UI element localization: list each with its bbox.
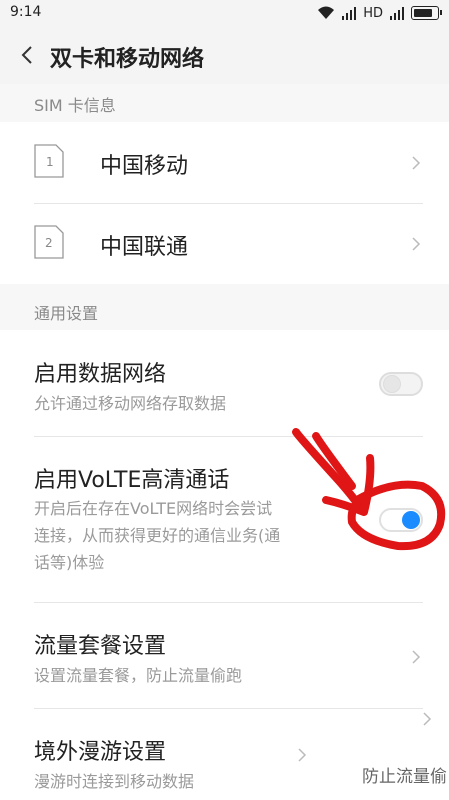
setting-title: 境外漫游设置 <box>34 740 167 765</box>
sim-slot-number: 2 <box>45 236 53 250</box>
sim-card-item[interactable]: 1 中国移动 <box>0 122 449 203</box>
page-title: 双卡和移动网络 <box>50 47 205 72</box>
header-bar: 双卡和移动网络 <box>0 26 449 84</box>
data-network-toggle[interactable] <box>379 372 423 396</box>
setting-title: 启用VoLTE高清通话 <box>34 468 230 493</box>
setting-subtitle: 话等)体验 <box>34 553 105 572</box>
signal-icon <box>342 7 357 20</box>
setting-subtitle: 设置流量套餐，防止流量偷跑 <box>34 666 243 685</box>
sim-card-name: 中国联通 <box>100 235 189 260</box>
chevron-right-icon <box>412 237 421 251</box>
back-arrow-icon <box>21 46 32 64</box>
watermark-text: 防止流量偷 <box>362 767 447 787</box>
section-label-general: 通用设置 <box>34 304 99 323</box>
setting-title: 启用数据网络 <box>34 362 167 387</box>
setting-item-data-plan[interactable]: 流量套餐设置 设置流量套餐，防止流量偷跑 <box>0 602 449 708</box>
wifi-icon <box>318 6 335 19</box>
sim-card-name: 中国移动 <box>100 154 189 179</box>
setting-subtitle: 允许通过移动网络存取数据 <box>34 394 227 413</box>
sim-card-icon: 1 <box>34 144 64 178</box>
chevron-right-icon <box>298 748 307 762</box>
setting-item-data-network[interactable]: 启用数据网络 允许通过移动网络存取数据 <box>0 330 449 436</box>
status-icons: HD <box>317 4 442 22</box>
setting-subtitle: 漫游时连接到移动数据 <box>34 772 195 791</box>
general-settings-list: 启用数据网络 允许通过移动网络存取数据 启用VoLTE高清通话 开启后在存在Vo… <box>0 330 449 800</box>
status-bar: 9:14 HD <box>0 0 449 26</box>
setting-subtitle: 开启后在存在VoLTE网络时会尝试 <box>34 499 273 518</box>
battery-icon <box>411 6 442 20</box>
chevron-right-icon <box>412 156 421 170</box>
setting-subtitle: 连接，从而获得更好的通信业务(通 <box>34 526 281 545</box>
sim-slot-number: 1 <box>46 155 54 169</box>
setting-item-volte[interactable]: 启用VoLTE高清通话 开启后在存在VoLTE网络时会尝试 连接，从而获得更好的… <box>0 436 449 602</box>
status-time: 9:14 <box>10 4 42 20</box>
chevron-right-icon <box>423 712 432 726</box>
section-label-sim: SIM 卡信息 <box>34 96 116 115</box>
sim-card-list: 1 中国移动 2 中国联通 <box>0 122 449 284</box>
signal-icon <box>390 7 404 20</box>
sim-card-item[interactable]: 2 中国联通 <box>0 203 449 284</box>
volte-toggle[interactable] <box>379 508 423 532</box>
chevron-right-icon <box>412 650 421 664</box>
setting-title: 流量套餐设置 <box>34 634 167 659</box>
network-type: HD <box>363 5 383 21</box>
back-button[interactable] <box>10 38 44 72</box>
sim-card-icon: 2 <box>34 225 64 259</box>
